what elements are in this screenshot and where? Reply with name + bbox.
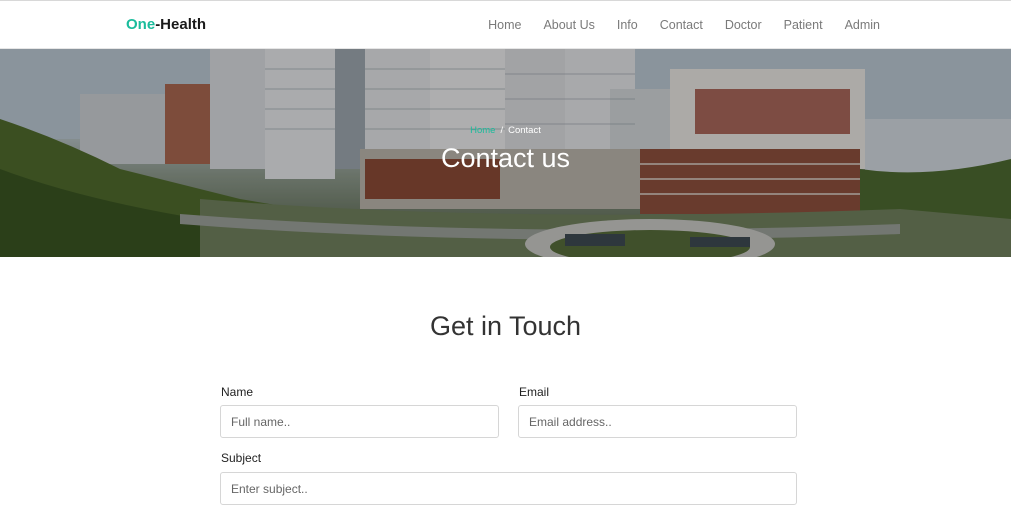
- brand-text: -Health: [155, 16, 207, 33]
- hero-banner: Home / Contact Contact us: [0, 49, 1011, 257]
- name-label: Name: [221, 385, 254, 399]
- nav-patient[interactable]: Patient: [784, 18, 823, 32]
- nav-info[interactable]: Info: [617, 18, 638, 32]
- nav-admin[interactable]: Admin: [845, 18, 880, 32]
- subject-input[interactable]: [220, 472, 797, 505]
- breadcrumb-separator: /: [500, 125, 504, 136]
- email-label: Email: [519, 385, 550, 399]
- breadcrumb: Home / Contact: [0, 125, 1011, 136]
- subject-label: Subject: [221, 451, 262, 465]
- top-navbar: One-Health Home About Us Info Contact Do…: [0, 0, 1011, 49]
- page-title: Contact us: [440, 143, 571, 173]
- name-input[interactable]: [220, 405, 499, 438]
- nav-contact[interactable]: Contact: [660, 18, 703, 32]
- brand-accent: One: [126, 16, 156, 33]
- breadcrumb-current: Contact: [508, 125, 541, 136]
- contact-heading: Get in Touch: [429, 311, 582, 341]
- breadcrumb-home-link[interactable]: Home: [470, 125, 495, 136]
- main-nav: Home About Us Info Contact Doctor Patien…: [488, 18, 880, 32]
- nav-about-us[interactable]: About Us: [543, 18, 594, 32]
- email-input[interactable]: [518, 405, 797, 438]
- nav-home[interactable]: Home: [488, 18, 521, 32]
- brand-logo[interactable]: One-Health: [126, 16, 206, 33]
- nav-doctor[interactable]: Doctor: [725, 18, 762, 32]
